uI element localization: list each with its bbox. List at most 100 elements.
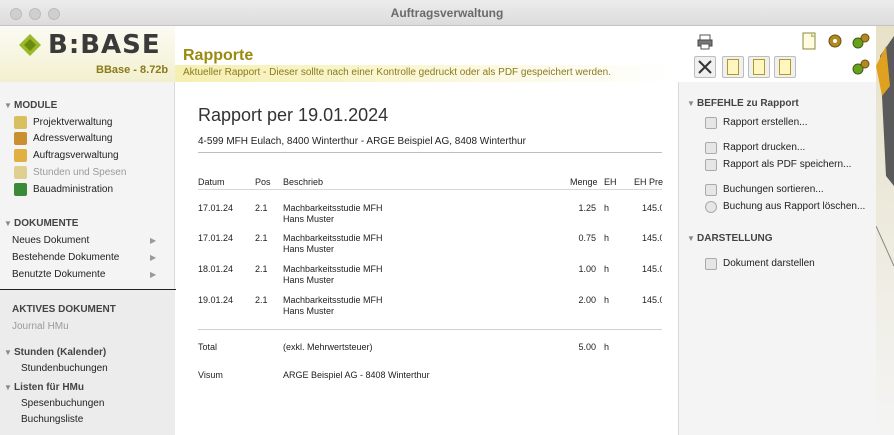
row-menge: 0.75 [578, 233, 596, 243]
sidebar-item-projektverwaltung[interactable]: Projektverwaltung [33, 117, 112, 128]
row-menge: 1.25 [578, 203, 596, 213]
row-person: Hans Muster [283, 214, 335, 224]
sidebar-item-bauadministration[interactable]: Bauadministration [33, 184, 113, 195]
visum-value: ARGE Beispiel AG - 8408 Winterthur [283, 370, 430, 380]
row-eh: h [604, 203, 610, 213]
disclosure-triangle-icon: ▼ [4, 383, 12, 392]
row-datum: 17.01.24 [198, 233, 234, 243]
row-menge: 2.00 [578, 295, 596, 305]
col-header-menge: Menge [570, 177, 598, 187]
submenu-arrow-icon: ▶ [150, 236, 157, 245]
dokument-darstellen-button[interactable]: Dokument darstellen [723, 258, 815, 269]
document-view-button-2[interactable] [748, 56, 770, 78]
report-project: 4-599 MFH Eulach, 8400 Winterthur - ARGE… [198, 136, 526, 147]
sidebar-item-spesenbuchungen[interactable]: Spesenbuchungen [21, 398, 104, 409]
sidebar-item-neues-dokument[interactable]: Neues Dokument [12, 235, 89, 246]
document-view-button-1[interactable] [722, 56, 744, 78]
version-label: BBase - 8.72b [96, 64, 169, 76]
buchungen-sortieren-button[interactable]: Buchungen sortieren... [723, 184, 824, 195]
rapport-pdf-button[interactable]: Rapport als PDF speichern... [723, 159, 851, 170]
row-preis: 145.0 [642, 233, 662, 243]
sidebar-item-auftragsverwaltung[interactable]: Auftragsverwaltung [33, 150, 119, 161]
report-title: Rapport per 19.01.2024 [198, 105, 389, 125]
new-document-icon[interactable] [800, 32, 818, 50]
tools-icon [698, 60, 712, 74]
document-view-button-3[interactable] [774, 56, 796, 78]
sort-icon [705, 184, 717, 196]
print-report-icon [705, 142, 717, 154]
module-section-header[interactable]: ▼ MODULE [4, 100, 57, 111]
row-eh: h [604, 233, 610, 243]
col-header-eh: EH [604, 177, 617, 187]
row-datum: 17.01.24 [198, 203, 234, 213]
disclosure-triangle-icon: ▼ [687, 99, 695, 108]
befehle-section-header[interactable]: ▼ BEFEHLE zu Rapport [687, 98, 799, 109]
darstellung-section-header[interactable]: ▼ DARSTELLUNG [687, 233, 773, 244]
bauadministration-excel-icon [14, 183, 27, 196]
total-note: (exkl. Mehrwertsteuer) [283, 342, 373, 352]
stunden-spesen-icon [14, 166, 27, 179]
row-beschrieb: Machbarkeitsstudie MFH [283, 233, 383, 243]
row-beschrieb: Machbarkeitsstudie MFH [283, 264, 383, 274]
row-pos: 2.1 [255, 233, 268, 243]
listen-header[interactable]: ▼ Listen für HMu [4, 382, 84, 393]
dokumente-section-label: DOKUMENTE [14, 218, 79, 229]
disclosure-triangle-icon: ▼ [4, 348, 12, 357]
settings-gear-icon[interactable] [826, 32, 844, 50]
sidebar-item-benutzte-dokumente[interactable]: Benutzte Dokumente [12, 269, 105, 280]
row-preis: 145.0 [642, 295, 662, 305]
active-document-panel: AKTIVES DOKUMENT Journal HMu ▼ Stunden (K… [0, 289, 175, 435]
total-label: Total [198, 342, 218, 352]
tools-button[interactable] [694, 56, 716, 78]
sidebar-item-stundenbuchungen[interactable]: Stundenbuchungen [21, 363, 108, 374]
sidebar-item-buchungsliste[interactable]: Buchungsliste [21, 414, 83, 425]
stunden-kalender-header[interactable]: ▼ Stunden (Kalender) [4, 347, 106, 358]
sidebar-item-bestehende-dokumente[interactable]: Bestehende Dokumente [12, 252, 119, 263]
row-beschrieb: Machbarkeitsstudie MFH [283, 203, 383, 213]
disclosure-triangle-icon: ▼ [4, 101, 12, 110]
rapport-erstellen-button[interactable]: Rapport erstellen... [723, 117, 808, 128]
row-eh: h [604, 295, 610, 305]
submenu-arrow-icon: ▶ [150, 253, 157, 262]
row-pos: 2.1 [255, 295, 268, 305]
total-menge: 5.00 [578, 342, 596, 352]
sidebar-item-stunden-spesen[interactable]: Stunden und Spesen [33, 167, 126, 178]
help-gears-icon[interactable] [852, 58, 870, 76]
row-eh: h [604, 264, 610, 274]
gears-icon[interactable] [852, 32, 870, 50]
page-subtitle: Aktueller Rapport - Dieser sollte nach e… [175, 65, 675, 82]
buchung-loeschen-button[interactable]: Buchung aus Rapport löschen... [723, 201, 865, 212]
report-document: Rapport per 19.01.2024 4-599 MFH Eulach,… [176, 82, 676, 435]
logo-text: B:BASE [48, 30, 161, 60]
dokumente-section-header[interactable]: ▼ DOKUMENTE [4, 218, 78, 229]
sidebar-item-adressverwaltung[interactable]: Adressverwaltung [33, 133, 112, 144]
total-eh: h [604, 342, 610, 352]
row-pos: 2.1 [255, 264, 268, 274]
row-person: Hans Muster [283, 244, 335, 254]
stunden-kalender-label: Stunden (Kalender) [14, 347, 107, 358]
desktop-background-strip [876, 26, 894, 435]
projektverwaltung-icon [14, 116, 27, 129]
row-datum: 18.01.24 [198, 264, 234, 274]
row-menge: 1.00 [578, 264, 596, 274]
col-header-pos: Pos [255, 177, 271, 187]
window-titlebar: Auftragsverwaltung [0, 0, 894, 26]
active-document-name[interactable]: Journal HMu [12, 321, 69, 332]
display-document-icon [705, 258, 717, 270]
rapport-drucken-button[interactable]: Rapport drucken... [723, 142, 805, 153]
divider-line [198, 329, 662, 330]
divider-line [198, 189, 662, 190]
window-title: Auftragsverwaltung [390, 6, 504, 20]
row-person: Hans Muster [283, 306, 335, 316]
row-beschrieb: Machbarkeitsstudie MFH [283, 295, 383, 305]
row-preis: 145.0 [642, 203, 662, 213]
create-report-icon [705, 117, 717, 129]
listen-label: Listen für HMu [14, 382, 84, 393]
page-title: Rapporte [183, 47, 254, 64]
document-icon [753, 59, 765, 75]
row-person: Hans Muster [283, 275, 335, 285]
col-header-beschrieb: Beschrieb [283, 177, 324, 187]
bbase-logo-icon [19, 34, 41, 56]
printer-icon[interactable] [696, 33, 714, 51]
module-section-label: MODULE [14, 100, 58, 111]
